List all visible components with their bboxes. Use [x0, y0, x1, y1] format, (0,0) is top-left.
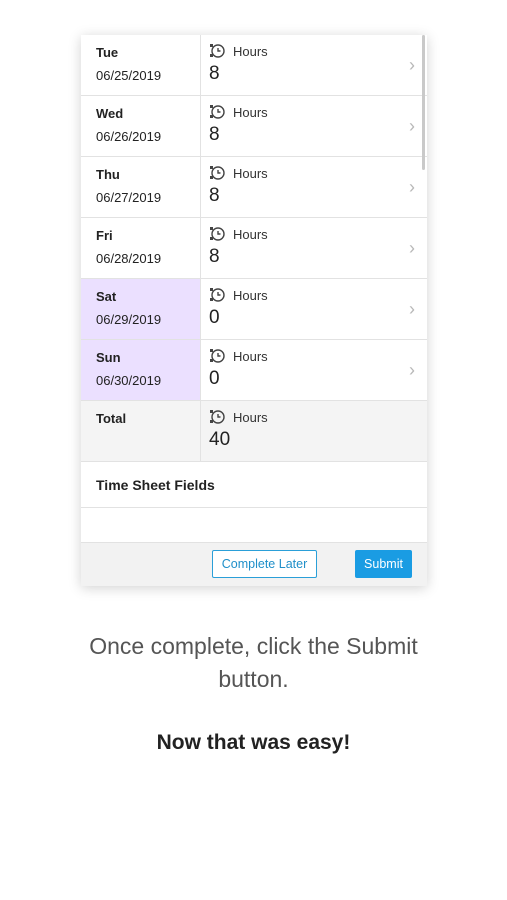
day-cell: Fri 06/28/2019 [81, 218, 201, 278]
day-date: 06/27/2019 [96, 190, 162, 205]
hours-value: 8 [209, 124, 220, 145]
clock-history-icon [210, 349, 225, 363]
hours-label: Hours [233, 410, 268, 425]
day-cell-weekend: Sun 06/30/2019 [81, 340, 201, 400]
day-date: 06/28/2019 [96, 251, 162, 266]
day-name: Sat [96, 289, 117, 304]
day-cell: Tue 06/25/2019 [81, 35, 201, 95]
hours-label: Hours [233, 227, 268, 242]
chevron-right-icon: › [409, 177, 415, 197]
day-row-wed[interactable]: Wed 06/26/2019 Hours 8 › [81, 96, 427, 157]
total-label-cell: Total [81, 401, 201, 461]
chevron-right-icon: › [409, 116, 415, 136]
day-row-fri[interactable]: Fri 06/28/2019 Hours 8 › [81, 218, 427, 279]
day-name: Thu [96, 167, 120, 182]
clock-history-icon [210, 105, 225, 119]
complete-later-button[interactable]: Complete Later [212, 550, 317, 578]
day-row-thu[interactable]: Thu 06/27/2019 Hours 8 › [81, 157, 427, 218]
day-name: Tue [96, 45, 119, 60]
hours-value: 0 [209, 368, 220, 389]
hours-label: Hours [233, 105, 268, 120]
day-name: Fri [96, 228, 113, 243]
chevron-right-icon: › [409, 55, 415, 75]
clock-history-icon [210, 410, 225, 424]
clock-history-icon [210, 227, 225, 241]
total-label: Total [96, 411, 127, 426]
day-name: Sun [96, 350, 121, 365]
total-row: Total Hours 40 [81, 401, 427, 462]
day-date: 06/25/2019 [96, 68, 162, 83]
day-row-tue[interactable]: Tue 06/25/2019 Hours 8 › [81, 35, 427, 96]
chevron-right-icon: › [409, 299, 415, 319]
day-row-sun[interactable]: Sun 06/30/2019 Hours 0 › [81, 340, 427, 401]
scrollbar[interactable] [422, 35, 425, 170]
day-row-sat[interactable]: Sat 06/29/2019 Hours 0 › [81, 279, 427, 340]
timesheet-card: Tue 06/25/2019 Hours 8 › Wed 06/26/2019 … [81, 35, 427, 586]
action-footer: Complete Later Submit [81, 542, 427, 586]
hours-value: 8 [209, 63, 220, 84]
clock-history-icon [210, 288, 225, 302]
clock-history-icon [210, 166, 225, 180]
day-date: 06/26/2019 [96, 129, 162, 144]
caption-line-1: Once complete, click the Submit [89, 633, 418, 659]
day-cell: Thu 06/27/2019 [81, 157, 201, 217]
hours-label: Hours [233, 166, 268, 181]
hours-label: Hours [233, 44, 268, 59]
instruction-caption: Once complete, click the Submit button. [0, 630, 507, 696]
day-date: 06/30/2019 [96, 373, 162, 388]
chevron-right-icon: › [409, 360, 415, 380]
hours-value: 8 [209, 246, 220, 267]
day-name: Wed [96, 106, 124, 121]
clock-history-icon [210, 44, 225, 58]
tagline: Now that was easy! [156, 731, 351, 754]
section-title: Time Sheet Fields [96, 477, 215, 493]
hours-label: Hours [233, 349, 268, 364]
hours-value: 0 [209, 307, 220, 328]
hours-label: Hours [233, 288, 268, 303]
day-cell: Wed 06/26/2019 [81, 96, 201, 156]
total-hours-value: 40 [209, 429, 231, 450]
day-date: 06/29/2019 [96, 312, 162, 327]
hours-value: 8 [209, 185, 220, 206]
caption-line-2: button. [218, 666, 289, 692]
day-cell-weekend: Sat 06/29/2019 [81, 279, 201, 339]
submit-button[interactable]: Submit [355, 550, 412, 578]
time-sheet-fields-section[interactable]: Time Sheet Fields [81, 462, 427, 508]
chevron-right-icon: › [409, 238, 415, 258]
